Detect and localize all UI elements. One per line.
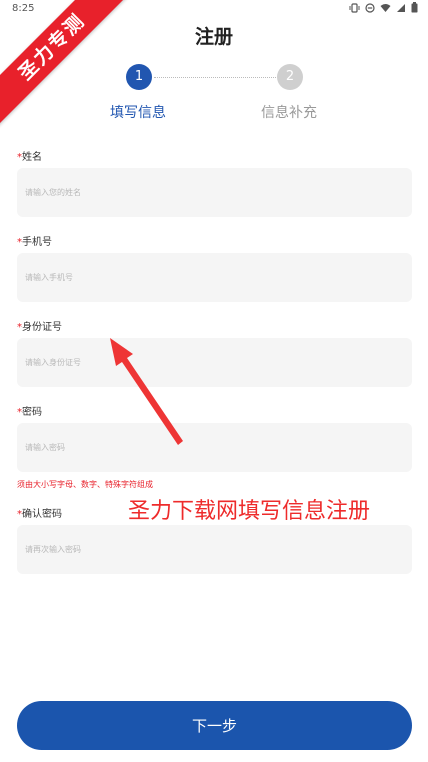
next-step-button[interactable]: 下一步 bbox=[17, 701, 412, 750]
name-input[interactable] bbox=[17, 168, 412, 217]
id-number-input[interactable] bbox=[17, 338, 412, 387]
status-icons bbox=[349, 2, 418, 13]
wifi-icon bbox=[380, 3, 391, 12]
step-2-indicator: 2 bbox=[277, 64, 303, 90]
password-hint: 须由大小写字母、数字、特殊字符组成 bbox=[17, 480, 153, 489]
minus-circle-icon bbox=[365, 2, 375, 13]
step-1-label: 填写信息 bbox=[110, 105, 166, 121]
step-2-label: 信息补充 bbox=[261, 105, 317, 121]
password-label: *密码 bbox=[17, 407, 42, 418]
phone-label: *手机号 bbox=[17, 237, 52, 248]
id-number-label: *身份证号 bbox=[17, 322, 62, 333]
name-label: *姓名 bbox=[17, 152, 42, 163]
confirm-password-label: *确认密码 bbox=[17, 509, 62, 520]
password-input[interactable] bbox=[17, 423, 412, 472]
annotation-arrow-icon bbox=[110, 338, 183, 445]
status-time: 8:25 bbox=[12, 3, 35, 14]
watermark-caption: 圣力下载网填写信息注册 bbox=[128, 499, 371, 524]
confirm-password-input[interactable] bbox=[17, 525, 412, 574]
stepper: 1 2 填写信息 信息补充 bbox=[0, 64, 428, 124]
battery-icon bbox=[411, 2, 418, 13]
vibrate-icon bbox=[349, 2, 360, 13]
phone-input[interactable] bbox=[17, 253, 412, 302]
signal-icon bbox=[397, 3, 405, 12]
step-connector bbox=[154, 77, 276, 78]
step-1-indicator: 1 bbox=[126, 64, 152, 90]
